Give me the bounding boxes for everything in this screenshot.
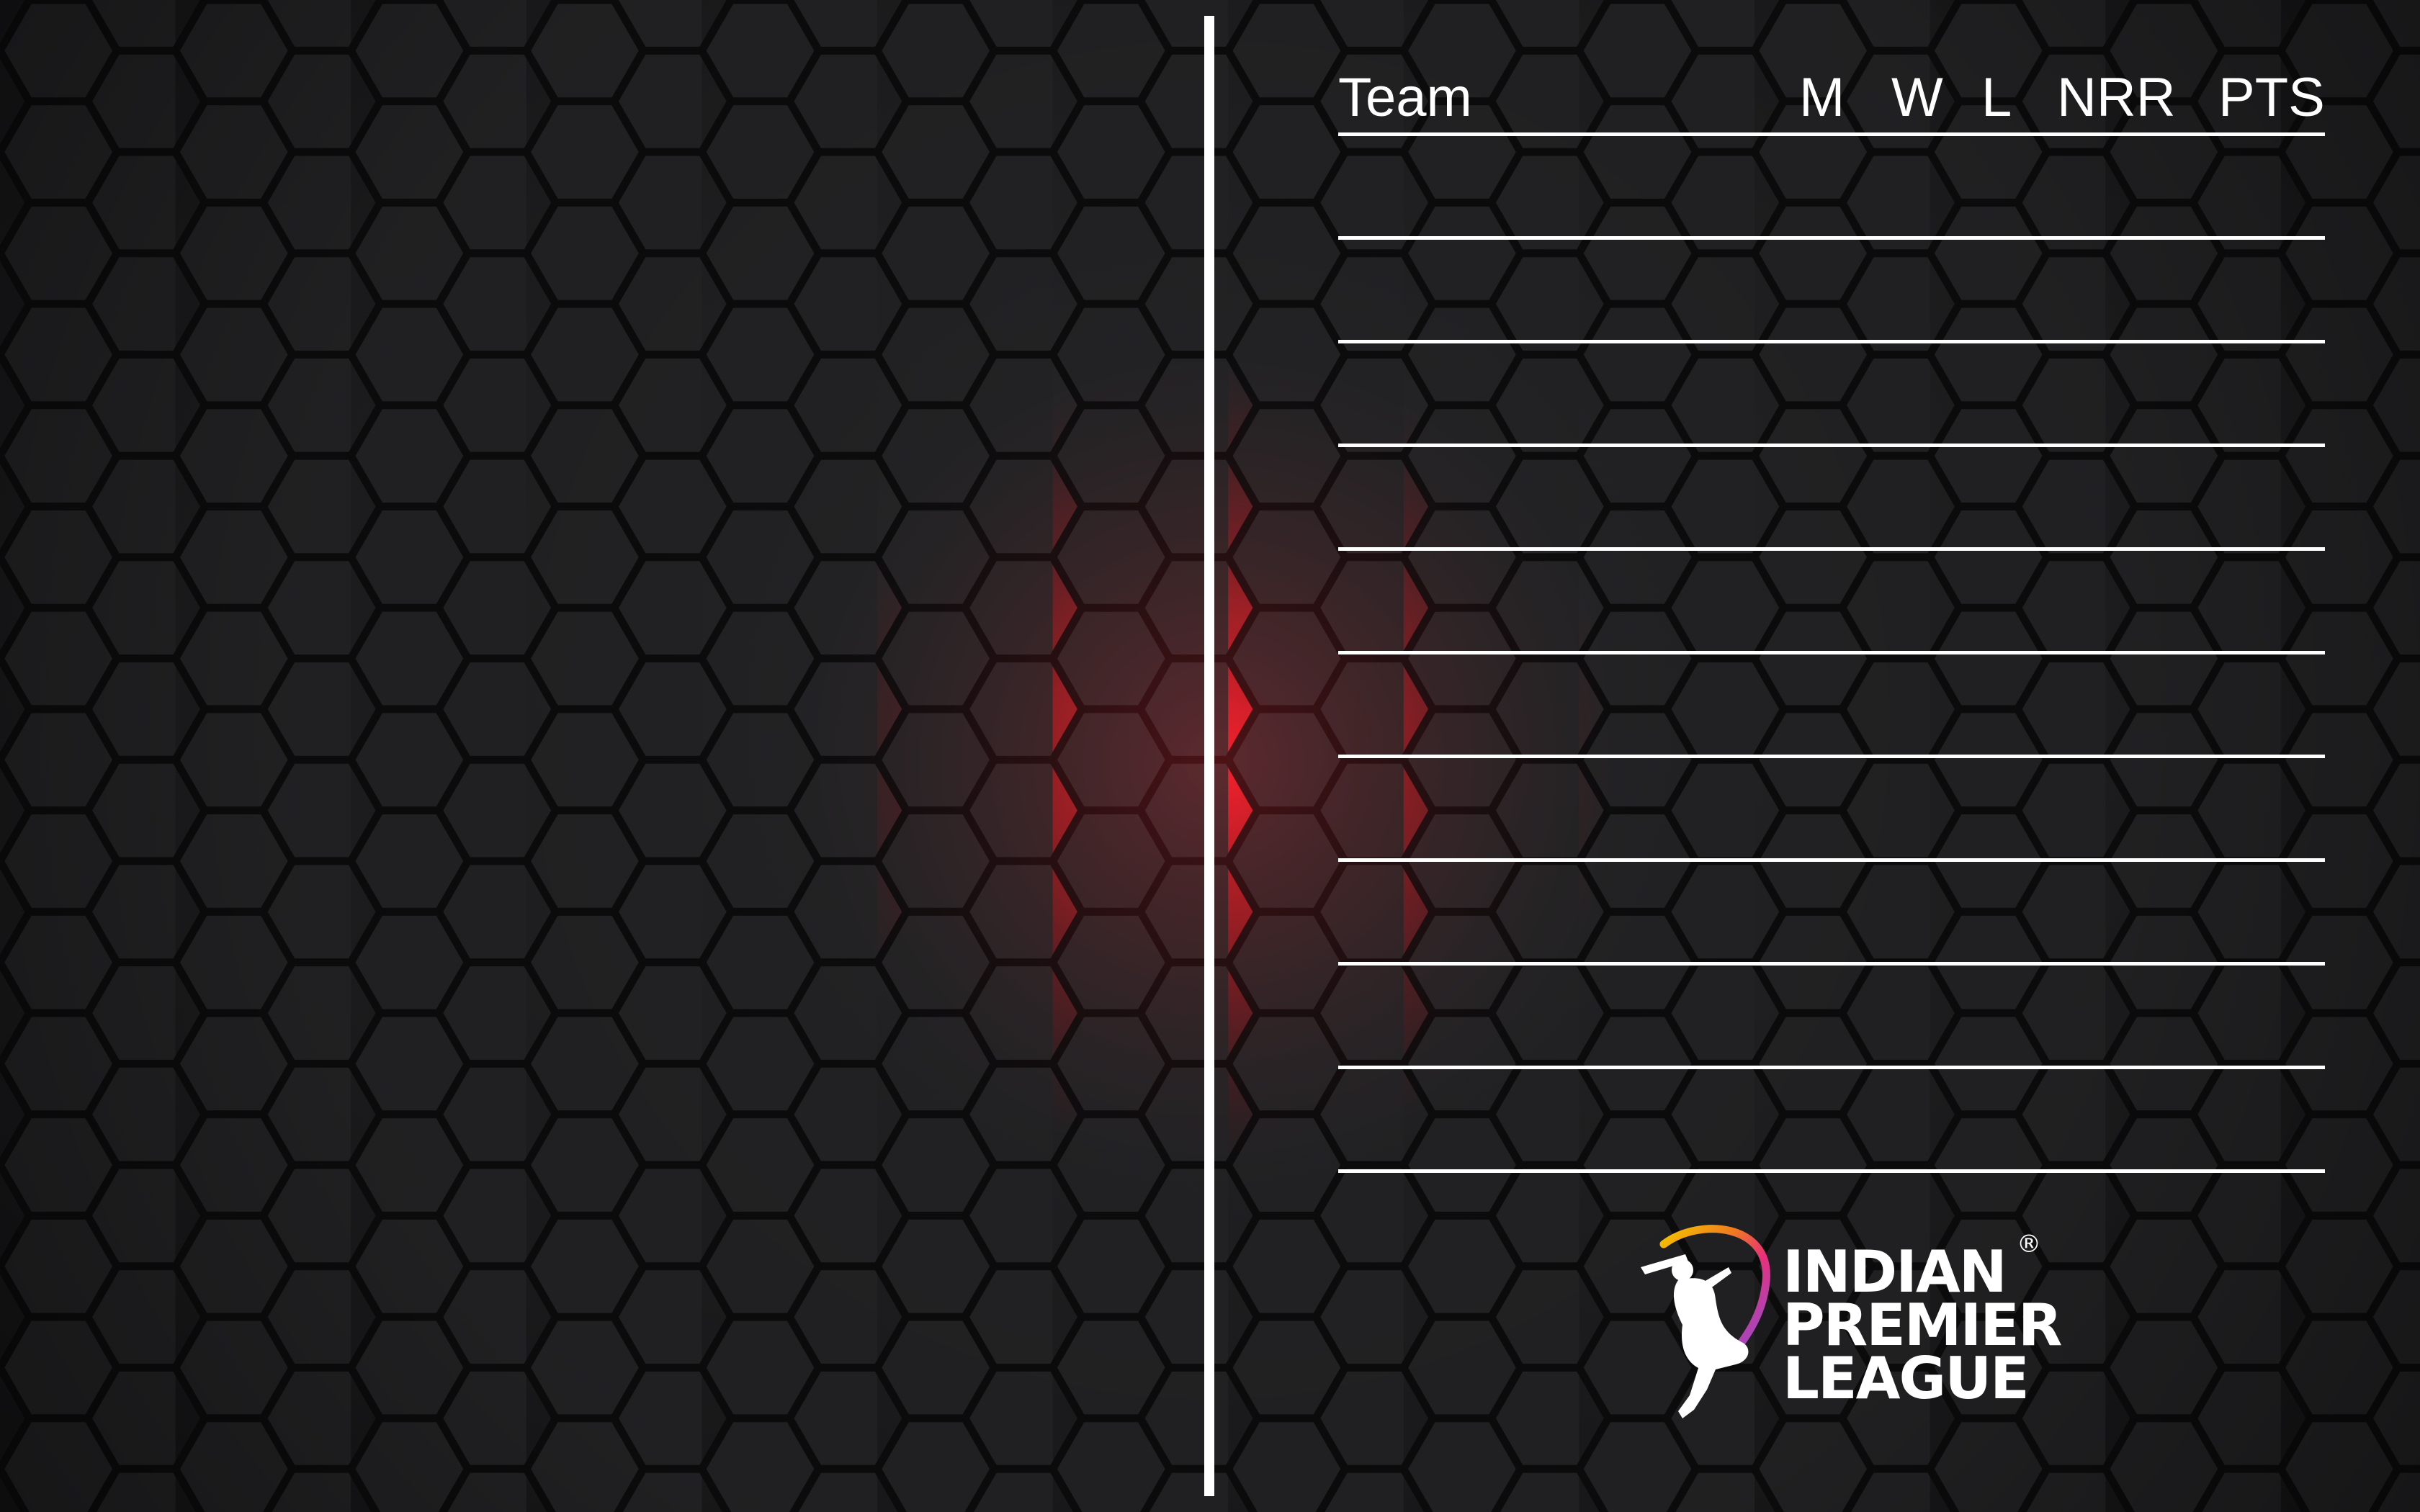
header-rule (1338, 132, 2325, 136)
header-nrr: NRR (2057, 67, 2176, 128)
header-wins: W (1891, 67, 1943, 128)
batsman-icon (1641, 1225, 1770, 1418)
table-row (1338, 1169, 2325, 1173)
table-row (1338, 444, 2325, 447)
logo-line-league: LEAGUE (1783, 1345, 2030, 1412)
table-header: Team M W L NRR PTS (1338, 58, 2325, 134)
header-matches: M (1799, 67, 1845, 128)
table-row (1338, 340, 2325, 343)
table-row (1338, 547, 2325, 551)
header-losses: L (1981, 67, 2012, 128)
ipl-wordmark: INDIAN PREMIER LEAGUE (1783, 1243, 2063, 1412)
logo-line-premier: PREMIER (1783, 1292, 2063, 1359)
ipl-logo: INDIAN PREMIER LEAGUE ® (1635, 1217, 2067, 1433)
header-team: Team (1338, 67, 1472, 128)
table-row (1338, 962, 2325, 966)
standings-board: Team M W L NRR PTS INDIAN PREMIER LEAGUE… (0, 0, 2420, 1512)
table-row (1338, 858, 2325, 862)
vertical-divider (1204, 16, 1214, 1496)
registered-mark: ® (2017, 1230, 2041, 1259)
table-row (1338, 755, 2325, 758)
table-row (1338, 651, 2325, 654)
table-row (1338, 1066, 2325, 1069)
header-points: PTS (2218, 67, 2325, 128)
table-row (1338, 236, 2325, 240)
points-table: Team M W L NRR PTS (1338, 58, 2325, 1181)
